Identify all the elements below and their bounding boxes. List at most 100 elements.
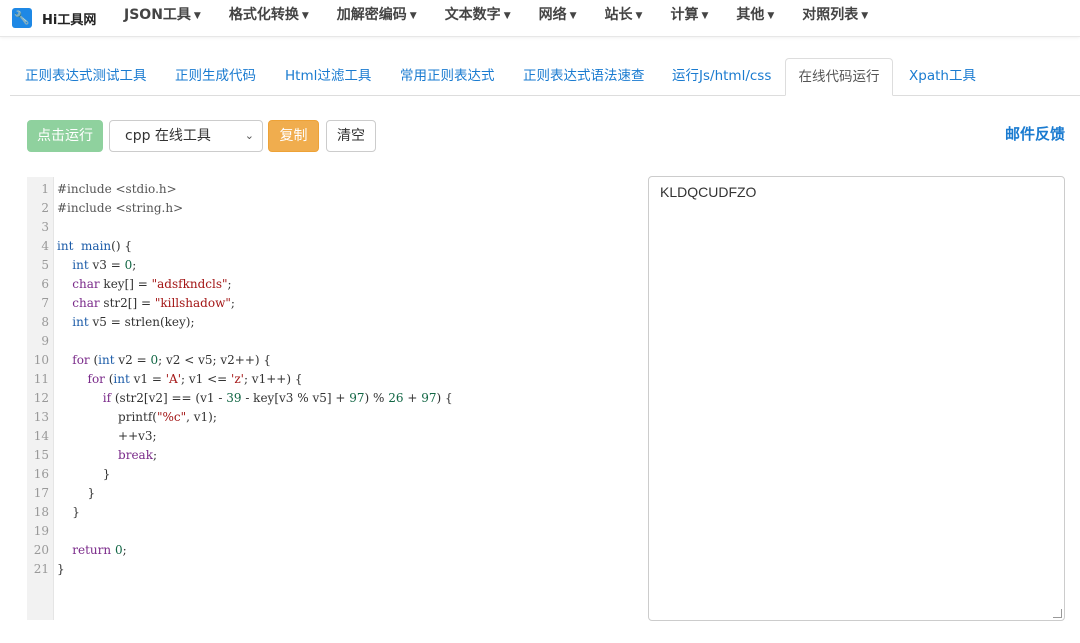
code-line: 6 char key[] = "adsfkndcls"; — [27, 275, 624, 294]
nav-item-reference[interactable]: 对照列表 ▼ — [802, 0, 868, 36]
caret-down-icon: ▼ — [301, 11, 309, 21]
code-line: 14 ++v3; — [27, 427, 624, 446]
caret-down-icon: ▼ — [701, 11, 709, 21]
line-number: 18 — [33, 505, 49, 519]
code-text: int v3 = 0; — [72, 258, 137, 272]
line-number: 12 — [33, 391, 49, 405]
nav-menu: JSON工具 ▼ 格式化转换 ▼ 加解密编码 ▼ 文本数字 ▼ 网络 ▼ 站长 ▼ 计算 ▼ … — [124, 0, 896, 36]
code-line: 7 char str2[] = "killshadow"; — [27, 294, 624, 313]
line-number: 1 — [41, 182, 49, 196]
language-select-value: cpp 在线工具 — [125, 128, 211, 144]
nav-item-text[interactable]: 文本数字 ▼ — [445, 0, 511, 36]
line-number: 6 — [41, 277, 49, 291]
nav-item-webmaster[interactable]: 站长 ▼ — [605, 0, 643, 36]
code-text: if (str2[v2] == (v1 - 39 - key[v3 % v5] … — [102, 391, 453, 405]
tab-run-js-html-css[interactable]: 运行Js/html/css — [672, 58, 771, 95]
tab-xpath[interactable]: Xpath工具 — [909, 58, 976, 95]
nav-item-format[interactable]: 格式化转换 ▼ — [229, 0, 309, 36]
code-line: 18 } — [27, 503, 624, 522]
code-editor[interactable]: 1 #include <stdio.h> 2 #include <string.h> 3… — [27, 177, 624, 620]
line-number: 14 — [33, 429, 49, 443]
code-line: 10 for (int v2 = 0; v2 < v5; v2++) { — [27, 351, 624, 370]
code-text: break; — [118, 448, 158, 462]
code-line: 3 — [27, 218, 624, 237]
code-line: 11 for (int v1 = 'A'; v1 <= 'z'; v1++) { — [27, 370, 624, 389]
line-number: 5 — [41, 258, 49, 272]
line-number: 3 — [41, 220, 49, 234]
wrench-icon: 🔧 — [12, 8, 32, 28]
code-text: int v5 = strlen(key); — [72, 315, 195, 329]
nav-item-json[interactable]: JSON工具 ▼ — [124, 0, 201, 36]
line-number: 2 — [41, 201, 49, 215]
tab-html-filter[interactable]: Html过滤工具 — [285, 58, 371, 95]
line-number: 13 — [33, 410, 49, 424]
line-number: 15 — [33, 448, 49, 462]
nav-item-calc[interactable]: 计算 ▼ — [670, 0, 708, 36]
caret-down-icon: ▼ — [569, 11, 577, 21]
caret-down-icon: ▼ — [767, 11, 775, 21]
code-text: ++v3; — [57, 429, 157, 443]
code-line: 15 break; — [27, 446, 624, 465]
code-line: 2 #include <string.h> — [27, 199, 624, 218]
chevron-down-icon: ⌄ — [244, 129, 254, 142]
tab-online-code-run[interactable]: 在线代码运行 — [785, 58, 893, 96]
tab-regex-codegen[interactable]: 正则生成代码 — [175, 58, 256, 95]
nav-item-network[interactable]: 网络 ▼ — [539, 0, 577, 36]
code-line: 19 — [27, 522, 624, 541]
code-text: } — [57, 467, 111, 481]
clear-button[interactable]: 清空 — [326, 120, 376, 152]
code-line: 12 if (str2[v2] == (v1 - 39 - key[v3 % v… — [27, 389, 624, 408]
code-text: #include <string.h> — [57, 201, 184, 215]
code-line: 9 — [27, 332, 624, 351]
tab-regex-test[interactable]: 正则表达式测试工具 — [25, 58, 147, 95]
code-text: char key[] = "adsfkndcls"; — [72, 277, 232, 291]
copy-button[interactable]: 复制 — [268, 120, 319, 152]
code-text: for (int v2 = 0; v2 < v5; v2++) { — [72, 353, 272, 367]
line-number: 9 — [41, 334, 49, 348]
code-line: 5 int v3 = 0; — [27, 256, 624, 275]
line-number: 21 — [33, 562, 49, 576]
caret-down-icon: ▼ — [409, 11, 417, 21]
run-button[interactable]: 点击运行 — [27, 120, 103, 152]
code-line: 13 printf("%c", v1); — [27, 408, 624, 427]
line-number: 10 — [33, 353, 49, 367]
resize-handle-icon[interactable] — [1053, 609, 1062, 618]
code-text: } — [57, 505, 80, 519]
nav-item-encode[interactable]: 加解密编码 ▼ — [337, 0, 417, 36]
code-text: int main() { — [57, 239, 132, 253]
line-number: 4 — [41, 239, 49, 253]
email-feedback-link[interactable]: 邮件反馈 — [1005, 123, 1065, 144]
caret-down-icon: ▼ — [193, 11, 201, 21]
output-panel[interactable]: KLDQCUDFZO — [648, 176, 1065, 621]
code-text: printf("%c", v1); — [57, 410, 217, 424]
language-select[interactable]: cpp 在线工具 ⌄ — [109, 120, 263, 152]
code-text: return 0; — [72, 543, 127, 557]
line-number: 20 — [33, 543, 49, 557]
output-text: KLDQCUDFZO — [660, 184, 757, 200]
line-number: 11 — [33, 372, 49, 386]
line-number: 8 — [41, 315, 49, 329]
code-line: 16 } — [27, 465, 624, 484]
code-line: 17 } — [27, 484, 624, 503]
code-line: 20 return 0; — [27, 541, 624, 560]
top-navbar: 🔧 Hi工具网 JSON工具 ▼ 格式化转换 ▼ 加解密编码 ▼ 文本数字 ▼ 网络 ▼ … — [0, 0, 1080, 37]
code-text: } — [57, 562, 65, 576]
code-line: 4 int main() { — [27, 237, 624, 256]
line-number: 16 — [33, 467, 49, 481]
tab-regex-cheatsheet[interactable]: 正则表达式语法速查 — [523, 58, 645, 95]
caret-down-icon: ▼ — [503, 11, 511, 21]
tool-tabs: 正则表达式测试工具 正则生成代码 Html过滤工具 常用正则表达式 正则表达式语… — [10, 58, 1080, 96]
code-line: 8 int v5 = strlen(key); — [27, 313, 624, 332]
caret-down-icon: ▼ — [861, 11, 869, 21]
line-number: 7 — [41, 296, 49, 310]
code-text: char str2[] = "killshadow"; — [72, 296, 235, 310]
line-number: 19 — [33, 524, 49, 538]
line-number: 17 — [33, 486, 49, 500]
tab-common-regex[interactable]: 常用正则表达式 — [400, 58, 495, 95]
code-line: 21} — [27, 560, 624, 579]
caret-down-icon: ▼ — [635, 11, 643, 21]
code-text: #include <stdio.h> — [57, 182, 177, 196]
nav-item-other[interactable]: 其他 ▼ — [736, 0, 774, 36]
code-text: } — [57, 486, 96, 500]
brand[interactable]: 🔧 Hi工具网 — [12, 7, 96, 29]
